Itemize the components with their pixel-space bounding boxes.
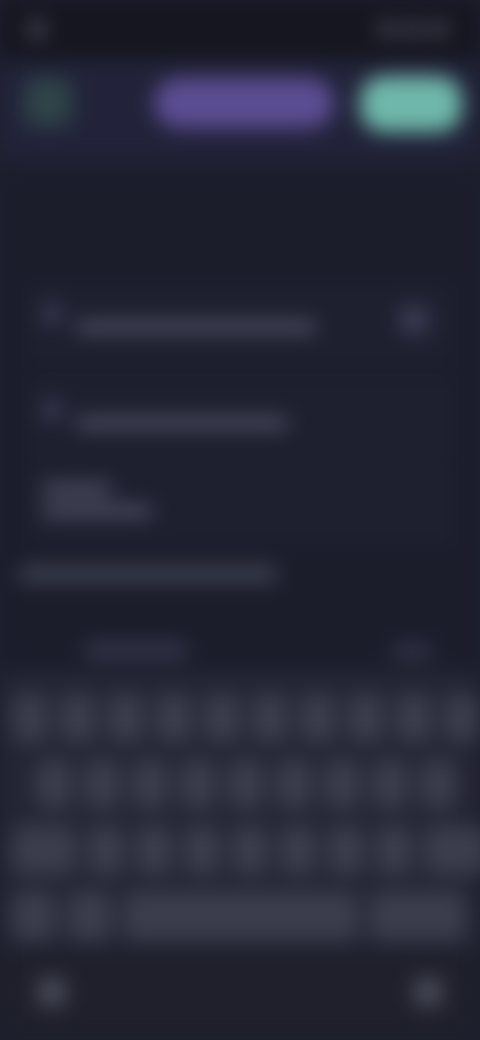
- key[interactable]: [180, 760, 216, 808]
- row-line: [76, 418, 288, 428]
- list-item[interactable]: [24, 462, 456, 546]
- keyboard-row-2: [36, 760, 456, 808]
- text-input[interactable]: [84, 644, 188, 656]
- row-icon: [42, 304, 62, 324]
- key[interactable]: [372, 760, 408, 808]
- bottom-navigation: [0, 950, 480, 1040]
- key[interactable]: [84, 760, 120, 808]
- key[interactable]: [136, 826, 172, 874]
- row-line: [42, 484, 112, 494]
- row-icon: [42, 400, 62, 420]
- mic-icon[interactable]: [414, 978, 442, 1006]
- status-left: [28, 18, 108, 40]
- backspace-key[interactable]: [424, 826, 480, 874]
- key[interactable]: [156, 694, 192, 742]
- row-line: [76, 322, 316, 332]
- back-button[interactable]: [24, 78, 72, 126]
- shift-key[interactable]: [12, 826, 76, 874]
- key[interactable]: [396, 694, 432, 742]
- row-action-icon[interactable]: [400, 306, 428, 334]
- key[interactable]: [228, 760, 264, 808]
- key[interactable]: [36, 760, 72, 808]
- list-item[interactable]: [24, 376, 456, 460]
- keyboard-row-4: [12, 892, 466, 940]
- key[interactable]: [232, 826, 268, 874]
- key[interactable]: [108, 694, 144, 742]
- symbols-key[interactable]: [12, 892, 56, 940]
- key[interactable]: [300, 694, 336, 742]
- key[interactable]: [12, 694, 48, 742]
- key[interactable]: [376, 826, 412, 874]
- enter-key[interactable]: [370, 892, 466, 940]
- keyboard-row-1: [12, 694, 480, 742]
- key[interactable]: [60, 694, 96, 742]
- key[interactable]: [252, 694, 288, 742]
- row-line: [42, 506, 152, 516]
- accent-button[interactable]: [360, 76, 462, 132]
- signal-icon: [378, 23, 396, 35]
- keyboard-hide-icon[interactable]: [38, 978, 66, 1006]
- space-key[interactable]: [124, 892, 358, 940]
- key[interactable]: [204, 694, 240, 742]
- key[interactable]: [280, 826, 316, 874]
- primary-button[interactable]: [154, 78, 334, 128]
- keyboard-row-3: [12, 826, 480, 874]
- key[interactable]: [184, 826, 220, 874]
- key[interactable]: [132, 760, 168, 808]
- list-item[interactable]: [24, 282, 456, 366]
- key[interactable]: [420, 760, 456, 808]
- key[interactable]: [348, 694, 384, 742]
- app-icon: [28, 20, 46, 38]
- hint-strip: [18, 566, 278, 582]
- key[interactable]: [328, 826, 364, 874]
- status-right: [346, 18, 456, 40]
- key[interactable]: [276, 760, 312, 808]
- key[interactable]: [88, 826, 124, 874]
- battery-icon: [430, 23, 448, 35]
- wifi-icon: [404, 23, 422, 35]
- key[interactable]: [444, 694, 480, 742]
- input-action[interactable]: [392, 646, 432, 656]
- key[interactable]: [324, 760, 360, 808]
- emoji-key[interactable]: [68, 892, 112, 940]
